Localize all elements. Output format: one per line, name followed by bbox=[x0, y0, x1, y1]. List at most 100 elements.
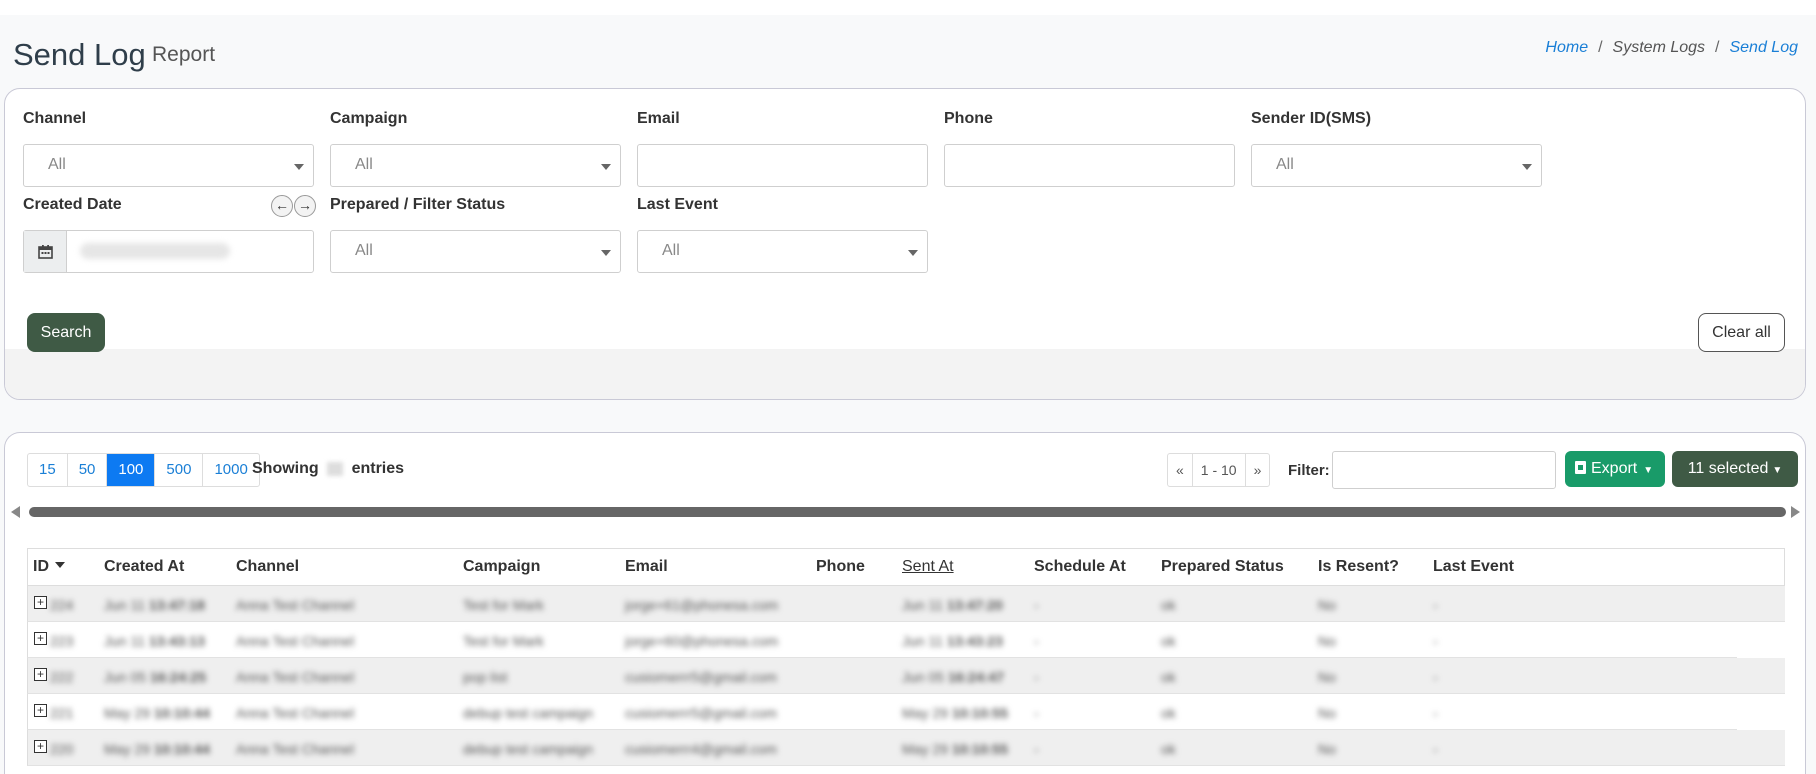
column-header-created-at[interactable]: Created At bbox=[104, 558, 184, 576]
breadcrumb-system-logs: System Logs bbox=[1612, 39, 1706, 56]
send-log-table: ID Created At Channel Campaign Email Pho… bbox=[27, 548, 1785, 766]
cell-schedule: - bbox=[1034, 705, 1039, 721]
showing-prefix: Showing bbox=[252, 460, 319, 477]
caret-down-icon: ▼ bbox=[1772, 465, 1783, 476]
cell-resent: No bbox=[1318, 669, 1336, 685]
page-size-500[interactable]: 500 bbox=[155, 454, 204, 486]
page-title: Send Log bbox=[13, 37, 146, 72]
horizontal-scrollbar[interactable] bbox=[29, 507, 1786, 517]
created-date-range[interactable] bbox=[23, 230, 314, 273]
scroll-left-icon[interactable] bbox=[11, 506, 20, 518]
entries-count-redacted bbox=[327, 461, 344, 476]
channel-label: Channel bbox=[23, 110, 87, 127]
table-row[interactable]: +221 May 29 10:10:44 Anna Test Channel debu… bbox=[27, 694, 1737, 730]
column-header-last-event[interactable]: Last Event bbox=[1433, 558, 1514, 576]
expand-row-icon[interactable]: + bbox=[34, 596, 47, 609]
cell-sent-at: May 29 10:10:55 bbox=[902, 705, 1008, 721]
cell-created-at: Jun 11 13:43:13 bbox=[104, 633, 205, 649]
last-event-label: Last Event bbox=[637, 196, 718, 213]
table-filter-label: Filter: bbox=[1288, 462, 1330, 479]
page-size-1000[interactable]: 1000 bbox=[203, 454, 258, 486]
cell-channel: Anna Test Channel bbox=[236, 669, 355, 685]
cell-last-event: - bbox=[1433, 705, 1438, 721]
expand-row-icon[interactable]: + bbox=[34, 632, 47, 645]
pager-next[interactable]: » bbox=[1246, 454, 1270, 486]
file-excel-icon bbox=[1575, 461, 1586, 474]
cell-campaign: debup test campaign bbox=[463, 705, 593, 721]
chevron-down-icon bbox=[601, 164, 611, 170]
cell-campaign: Test for Mark bbox=[463, 633, 544, 649]
created-date-label: Created Date bbox=[23, 196, 122, 213]
prepared-status-select[interactable]: All bbox=[330, 230, 621, 273]
channel-select[interactable]: All bbox=[23, 144, 314, 187]
caret-down-icon: ▼ bbox=[1643, 465, 1654, 476]
column-header-email[interactable]: Email bbox=[625, 558, 668, 576]
cell-email: jorge+61@phonesa.com bbox=[625, 597, 779, 613]
columns-selected-button[interactable]: 11 selected ▼ bbox=[1672, 451, 1798, 487]
cell-channel: Anna Test Channel bbox=[236, 597, 355, 613]
chevron-down-icon bbox=[1522, 164, 1532, 170]
cell-prepared: ok bbox=[1161, 597, 1176, 613]
cell-last-event: - bbox=[1433, 669, 1438, 685]
phone-field[interactable] bbox=[944, 144, 1235, 187]
table-row[interactable]: +220 May 29 10:10:44 Anna Test Channel debu… bbox=[27, 730, 1785, 766]
table-row[interactable]: +224 Jun 11 13:47:18 Anna Test Channel Test… bbox=[27, 586, 1785, 622]
campaign-select[interactable]: All bbox=[330, 144, 621, 187]
column-header-channel[interactable]: Channel bbox=[236, 558, 299, 576]
cell-schedule: - bbox=[1034, 669, 1039, 685]
expand-row-icon[interactable]: + bbox=[34, 668, 47, 681]
scroll-right-icon[interactable] bbox=[1791, 506, 1800, 518]
cell-campaign: pop list bbox=[463, 669, 508, 685]
cell-id: 221 bbox=[50, 705, 74, 721]
cell-campaign: debup test campaign bbox=[463, 741, 593, 757]
column-header-is-resent[interactable]: Is Resent? bbox=[1318, 558, 1399, 576]
clear-all-button[interactable]: Clear all bbox=[1698, 313, 1785, 352]
cell-sent-at: Jun 05 16:24:47 bbox=[902, 669, 1004, 685]
sender-id-select[interactable]: All bbox=[1251, 144, 1542, 187]
expand-row-icon[interactable]: + bbox=[34, 740, 47, 753]
expand-row-icon[interactable]: + bbox=[34, 704, 47, 717]
cell-resent: No bbox=[1318, 597, 1336, 613]
created-date-value-redacted bbox=[80, 243, 230, 259]
prepared-status-select-value: All bbox=[355, 242, 373, 259]
column-header-phone[interactable]: Phone bbox=[816, 558, 865, 576]
email-label: Email bbox=[637, 110, 680, 127]
breadcrumb-send-log[interactable]: Send Log bbox=[1729, 39, 1798, 57]
arrow-right-icon[interactable]: → bbox=[294, 195, 316, 217]
cell-channel: Anna Test Channel bbox=[236, 705, 355, 721]
column-header-sent-at[interactable]: Sent At bbox=[902, 558, 954, 576]
cell-id: 222 bbox=[50, 669, 74, 685]
showing-entries: Showing entries bbox=[252, 460, 404, 478]
cell-created-at: May 29 10:10:44 bbox=[104, 741, 210, 757]
column-header-prepared-status[interactable]: Prepared Status bbox=[1161, 558, 1284, 576]
page-size-15[interactable]: 15 bbox=[28, 454, 68, 486]
table-filter-input[interactable] bbox=[1332, 451, 1556, 489]
pager-prev[interactable]: « bbox=[1168, 454, 1193, 486]
cell-email: jorge+60@phonesa.com bbox=[625, 633, 779, 649]
table-body: +224 Jun 11 13:47:18 Anna Test Channel Test… bbox=[27, 586, 1785, 766]
last-event-select-value: All bbox=[662, 242, 680, 259]
last-event-select[interactable]: All bbox=[637, 230, 928, 273]
export-button[interactable]: Export ▼ bbox=[1565, 451, 1665, 487]
cell-resent: No bbox=[1318, 633, 1336, 649]
search-button[interactable]: Search bbox=[27, 313, 105, 352]
column-header-id[interactable]: ID bbox=[33, 558, 65, 576]
cell-prepared: ok bbox=[1161, 633, 1176, 649]
column-header-schedule-at[interactable]: Schedule At bbox=[1034, 558, 1126, 576]
cell-resent: No bbox=[1318, 741, 1336, 757]
cell-last-event: - bbox=[1433, 741, 1438, 757]
page-size-50[interactable]: 50 bbox=[68, 454, 108, 486]
cell-campaign: Test for Mark bbox=[463, 597, 544, 613]
table-row[interactable]: +223 Jun 11 13:43:13 Anna Test Channel Test… bbox=[27, 622, 1737, 658]
sender-id-select-value: All bbox=[1276, 156, 1294, 173]
cell-created-at: Jun 11 13:47:18 bbox=[104, 597, 205, 613]
column-header-campaign[interactable]: Campaign bbox=[463, 558, 540, 576]
arrow-left-icon[interactable]: ← bbox=[271, 195, 293, 217]
table-row[interactable]: +222 Jun 05 16:24:25 Anna Test Channel pop … bbox=[27, 658, 1785, 694]
cell-created-at: Jun 05 16:24:25 bbox=[104, 669, 206, 685]
email-field[interactable] bbox=[637, 144, 928, 187]
page-size-100[interactable]: 100 bbox=[107, 454, 156, 486]
cell-schedule: - bbox=[1034, 741, 1039, 757]
cell-schedule: - bbox=[1034, 633, 1039, 649]
breadcrumb-home[interactable]: Home bbox=[1545, 39, 1588, 57]
